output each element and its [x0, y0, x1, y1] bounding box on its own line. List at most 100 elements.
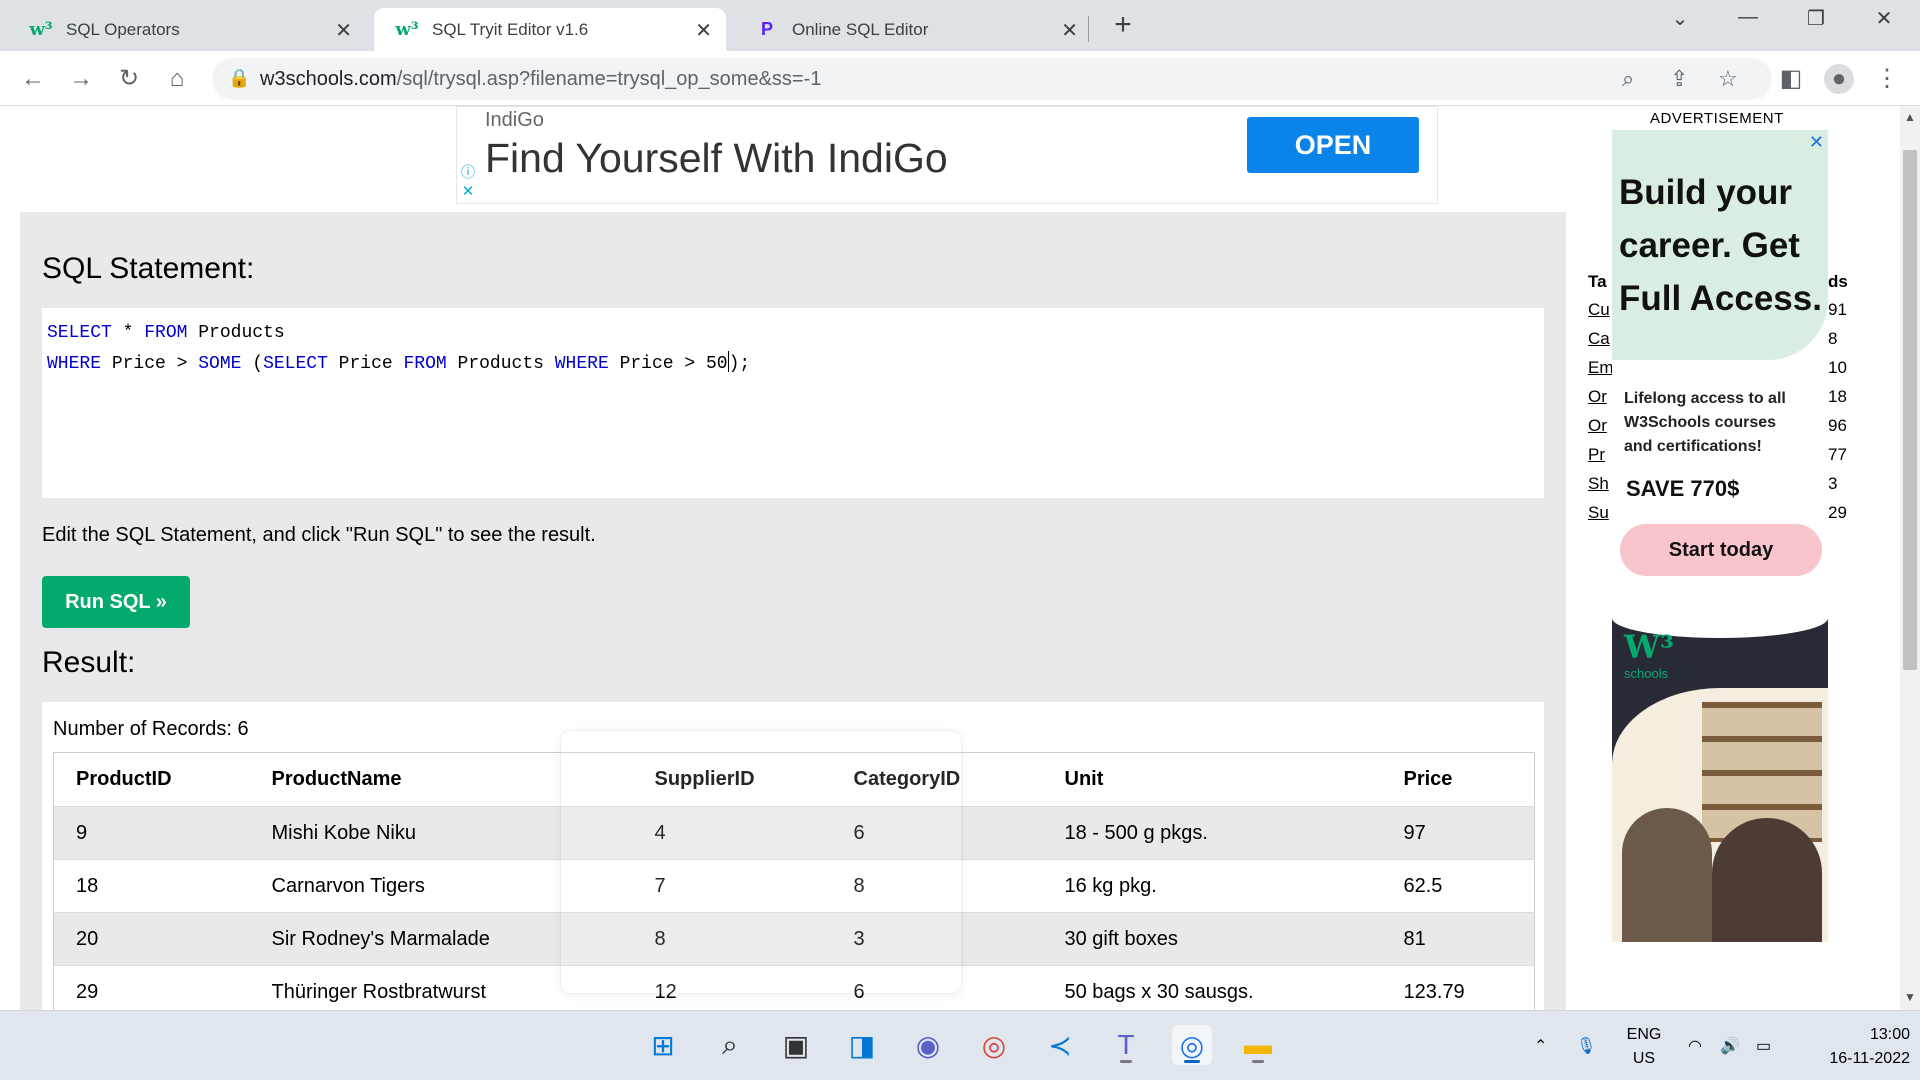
ad-close-icon[interactable]: ✕	[459, 183, 477, 201]
task-view-icon[interactable]: ▣	[776, 1025, 816, 1065]
instructions-text: Edit the SQL Statement, and click "Run S…	[42, 524, 596, 546]
table-cell: 16 kg pkg.	[1042, 859, 1382, 913]
battery-icon[interactable]: ▭	[1756, 1011, 1771, 1081]
reload-icon[interactable]: ↻	[114, 64, 144, 94]
table-link[interactable]: Sh	[1588, 474, 1609, 494]
tab-sql-operators[interactable]: w³ SQL Operators ✕	[8, 8, 366, 51]
ad-headline[interactable]: Find Yourself With IndiGo	[485, 135, 948, 182]
table-cell: 9	[53, 806, 250, 860]
floating-overlay	[560, 730, 962, 994]
tab-search-icon[interactable]: ⌄	[1660, 6, 1700, 31]
wifi-icon[interactable]: ◠	[1688, 1011, 1702, 1081]
close-icon[interactable]: ✕	[1809, 132, 1824, 153]
browser-toolbar: ← → ↻ ⌂ 🔒 w3schools.com/sql/trysql.asp?f…	[0, 51, 1920, 106]
person-shape	[1622, 808, 1712, 942]
w3schools-icon: w³	[395, 19, 419, 40]
table-link[interactable]: Or	[1588, 416, 1607, 436]
ad-open-button[interactable]: OPEN	[1247, 117, 1419, 173]
system-clock[interactable]: 13:00 16-11-2022	[1800, 1023, 1910, 1071]
sql-editor[interactable]: SELECT * FROM Products WHERE Price > SOM…	[42, 308, 1544, 498]
sql-statement-heading: SQL Statement:	[42, 252, 255, 285]
table-cell: 50 bags x 30 sausgs.	[1042, 965, 1382, 1010]
profile-avatar-icon[interactable]: ●	[1824, 64, 1854, 94]
table-cell: 81	[1381, 912, 1535, 966]
table-cell: 97	[1381, 806, 1535, 860]
page-scrollbar[interactable]: ▲ ▼	[1900, 106, 1920, 1010]
zoom-icon[interactable]: ⌕	[1622, 66, 1634, 92]
panel-header: Ta	[1588, 272, 1607, 291]
tab-title: Online SQL Editor	[792, 19, 929, 39]
menu-kebab-icon[interactable]: ⋮	[1872, 64, 1902, 94]
start-today-button[interactable]: Start today	[1620, 524, 1822, 576]
window-close-button[interactable]: ✕	[1864, 6, 1904, 31]
record-count: 96	[1828, 416, 1847, 435]
teams-icon[interactable]: T	[1106, 1025, 1146, 1065]
career-ad[interactable]: ✕ Build your career. Get Full Access. Li…	[1612, 130, 1828, 580]
url-text[interactable]: w3schools.com/sql/trysql.asp?filename=tr…	[260, 68, 821, 91]
side-panel-icon[interactable]: ◧	[1776, 64, 1806, 94]
chat-icon[interactable]: ◉	[908, 1025, 948, 1065]
bookmark-star-icon[interactable]: ☆	[1718, 66, 1738, 92]
table-link[interactable]: Su	[1588, 503, 1609, 523]
result-heading: Result:	[42, 646, 136, 679]
w3schools-ad[interactable]: W³ schools	[1612, 598, 1828, 942]
record-count: Number of Records: 6	[53, 718, 249, 740]
show-hidden-icons-chevron-icon[interactable]: ⌃	[1534, 1011, 1547, 1081]
table-link[interactable]: Em	[1588, 358, 1614, 378]
sql-code[interactable]: SELECT * FROM Products WHERE Price > SOM…	[47, 318, 750, 380]
table-link[interactable]: Pr	[1588, 445, 1605, 465]
table-cell: 20	[53, 912, 250, 966]
vscode-icon[interactable]: ≺	[1040, 1025, 1080, 1065]
start-windows-icon[interactable]: ⊞	[643, 1025, 683, 1065]
lock-icon[interactable]: 🔒	[228, 68, 250, 89]
close-icon[interactable]: ✕	[1061, 18, 1078, 43]
address-bar[interactable]: 🔒 w3schools.com/sql/trysql.asp?filename=…	[212, 58, 1772, 100]
windows-taskbar: ⊞ ⌕ ▣ ◨ ◉ ◎ ≺ T ◎ ▬ ⌃ 🎙 ENG US ◠ 🔊 ▭ 13:…	[0, 1010, 1920, 1080]
person-shape	[1712, 818, 1822, 942]
home-icon[interactable]: ⌂	[162, 64, 192, 94]
table-link[interactable]: Ca	[1588, 329, 1610, 349]
new-tab-button[interactable]: +	[1106, 8, 1140, 42]
record-count: 29	[1828, 503, 1847, 522]
scroll-up-arrow-icon[interactable]: ▲	[1904, 110, 1916, 124]
tab-sql-tryit-editor[interactable]: w³ SQL Tryit Editor v1.6 ✕	[374, 8, 726, 51]
language-indicator[interactable]: ENG US	[1622, 1023, 1666, 1071]
record-count: 10	[1828, 358, 1847, 377]
close-icon[interactable]: ✕	[335, 18, 352, 43]
microphone-icon[interactable]: 🎙	[1576, 1011, 1596, 1081]
table-cell: 18	[53, 859, 250, 913]
close-icon[interactable]: ✕	[695, 18, 712, 43]
w3schools-logo: W³	[1624, 628, 1674, 666]
tab-online-sql-editor[interactable]: P Online SQL Editor ✕	[734, 8, 1092, 51]
minimize-button[interactable]: —	[1728, 6, 1768, 29]
ad-photo	[1612, 688, 1828, 942]
table-cell: 62.5	[1381, 859, 1535, 913]
column-header: Unit	[1042, 752, 1382, 807]
table-link[interactable]: Cu	[1588, 300, 1610, 320]
back-arrow-icon[interactable]: ←	[18, 64, 48, 94]
search-icon[interactable]: ⌕	[710, 1025, 750, 1065]
indigo-ad-banner[interactable]: IndiGo Find Yourself With IndiGo OPEN ⓘ …	[456, 106, 1438, 204]
volume-icon[interactable]: 🔊	[1720, 1011, 1740, 1081]
table-cell: 18 - 500 g pkgs.	[1042, 806, 1382, 860]
scroll-down-arrow-icon[interactable]: ▼	[1904, 990, 1916, 1004]
scrollbar-thumb[interactable]	[1903, 150, 1917, 670]
chrome-icon[interactable]: ◎	[974, 1025, 1014, 1065]
table-link[interactable]: Or	[1588, 387, 1607, 407]
chrome-active-icon[interactable]: ◎	[1172, 1025, 1212, 1065]
tab-separator	[1088, 16, 1089, 42]
share-icon[interactable]: ⇪	[1670, 66, 1688, 92]
widgets-icon[interactable]: ◨	[842, 1025, 882, 1065]
tab-strip: w³ SQL Operators ✕ w³ SQL Tryit Editor v…	[0, 0, 1920, 51]
restore-button[interactable]: ❐	[1796, 6, 1836, 31]
tab-title: SQL Operators	[66, 19, 180, 39]
record-count: 91	[1828, 300, 1847, 319]
table-cell: 123.79	[1381, 965, 1535, 1010]
file-explorer-icon[interactable]: ▬	[1238, 1025, 1278, 1065]
table-cell: 30 gift boxes	[1042, 912, 1382, 966]
ad-brand: IndiGo	[485, 109, 544, 131]
run-sql-button[interactable]: Run SQL »	[42, 576, 190, 628]
table-cell: 29	[53, 965, 250, 1010]
ad-info-icon[interactable]: ⓘ	[459, 163, 477, 181]
forward-arrow-icon[interactable]: →	[66, 64, 96, 94]
